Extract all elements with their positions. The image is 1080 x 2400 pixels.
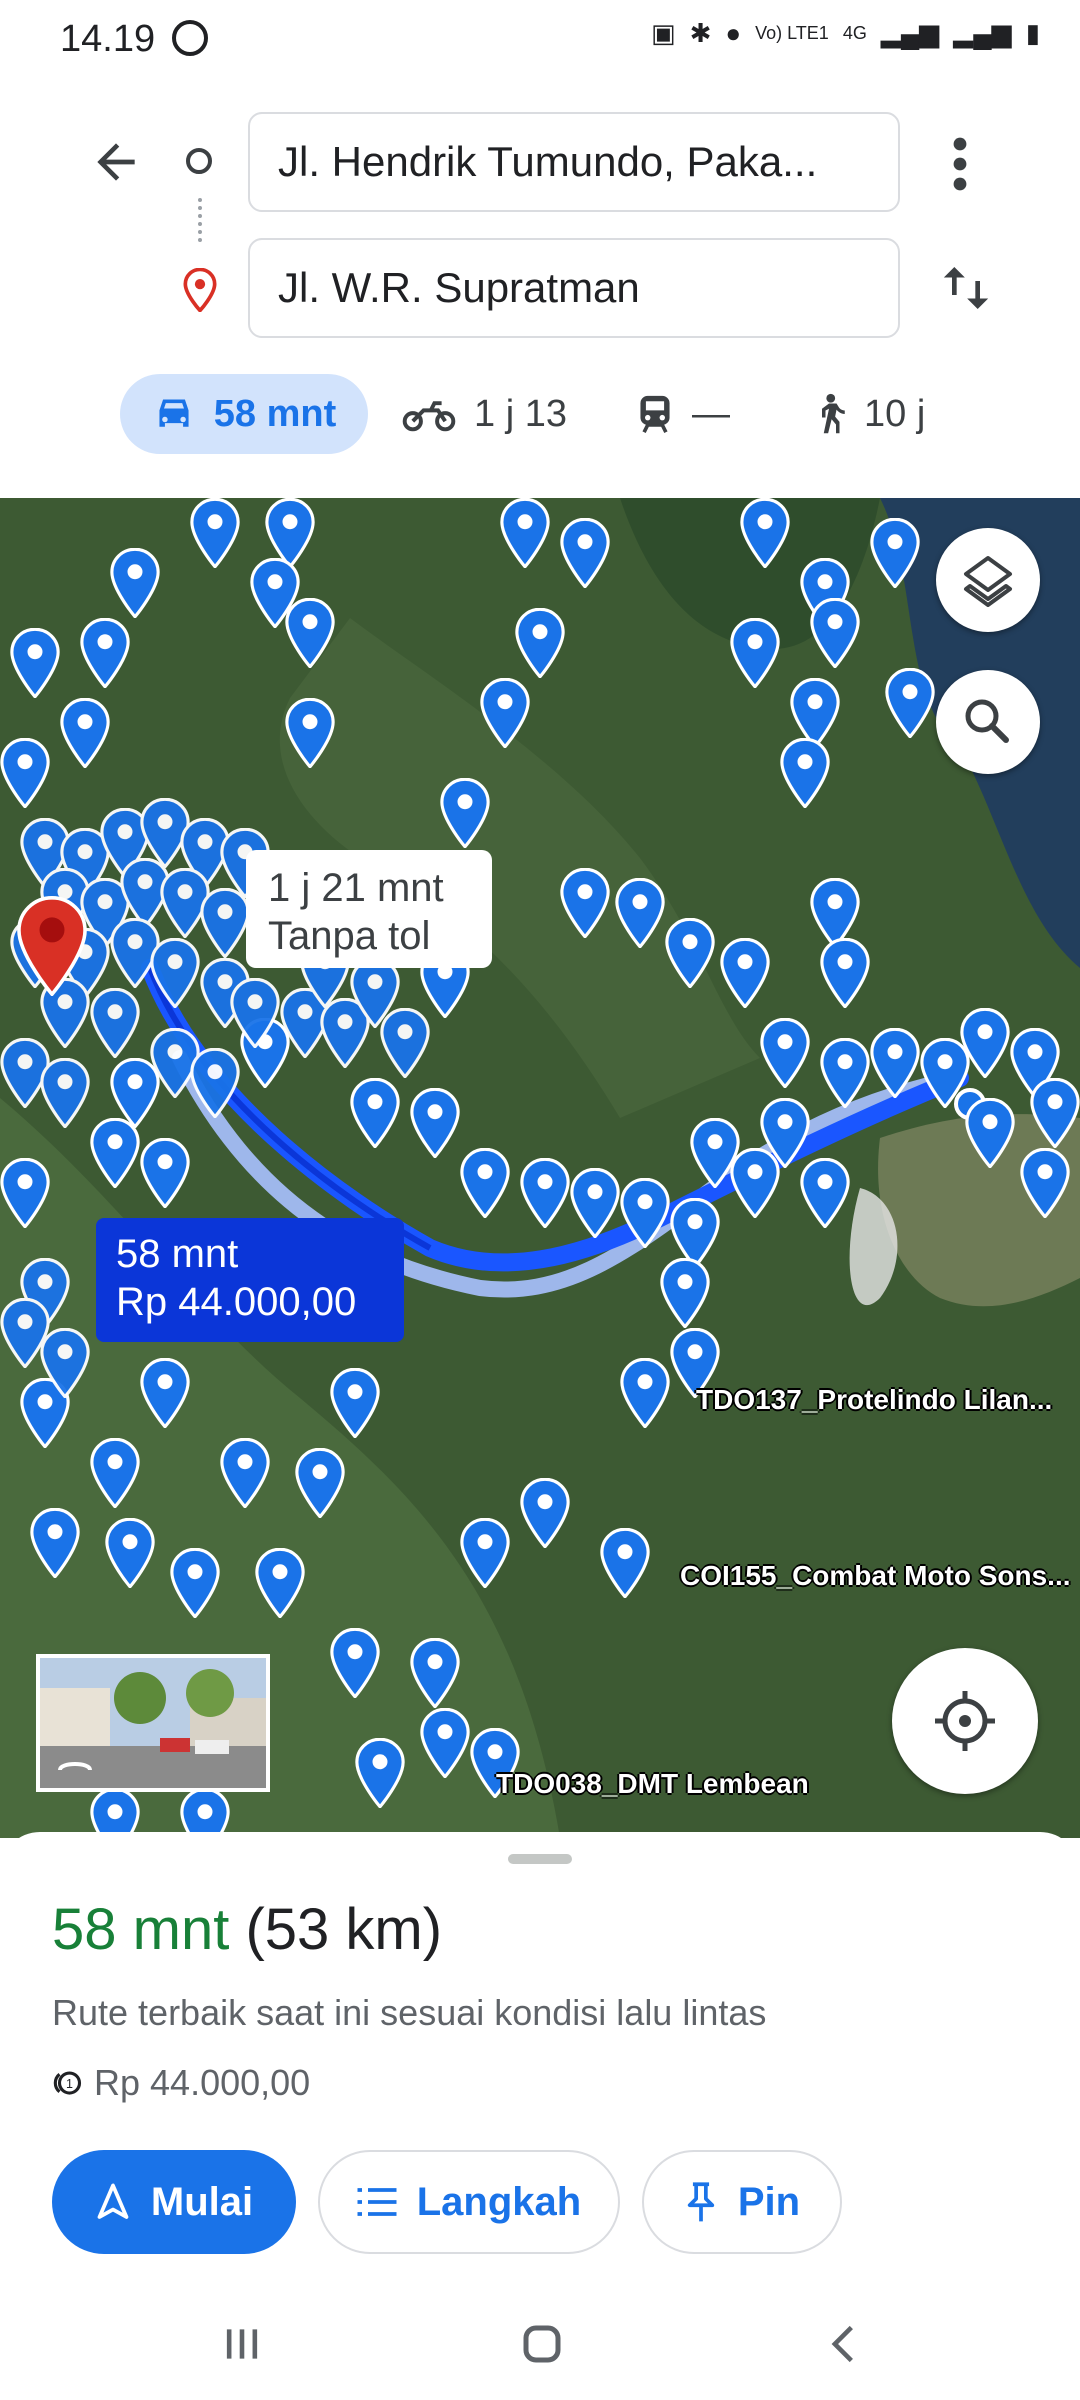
navigation-icon [97,2183,129,2219]
mode-car-label: 58 mnt [213,392,337,435]
map-label-1[interactable]: TDO137_Protelindo Lilan... [696,1384,1052,1416]
status-icons: ▣ ✱ ● Vo) LTE1 4G ▂▄▆ ▂▄▆ ▮ [651,18,1040,49]
eta-time: 58 mnt [52,1897,230,1962]
bluetooth-icon: ✱ [689,18,712,48]
battery-icon: ▮ [1025,18,1040,48]
destination-marker-icon [17,896,87,996]
start-button[interactable]: Mulai [52,2150,296,2254]
eta-summary: 58 mnt (53 km) [52,1896,442,1963]
layers-button[interactable] [936,528,1040,632]
mode-motorcycle-label: 1 j 13 [474,392,567,435]
start-button-label: Mulai [150,2179,254,2224]
recent-apps-icon[interactable] [220,2322,264,2366]
search-icon [965,699,1009,743]
status-time: 14.19 [60,18,156,60]
transit-icon [640,395,670,433]
walk-icon [822,393,845,434]
more-vert-icon[interactable] [950,136,970,192]
mode-transit-label: — [692,392,730,435]
pin-button-label: Pin [737,2179,801,2224]
my-location-icon [935,1691,995,1751]
toll-info: 1 Rp 44.000,00 [52,2062,310,2104]
street-view-image [40,1658,266,1788]
map-label-3[interactable]: TDO038_DMT Lembean [496,1768,809,1800]
eta-distance: (53 km) [245,1897,443,1962]
back-nav-icon[interactable] [822,2322,866,2366]
mode-transit[interactable]: — [636,374,730,454]
map-terrain [0,498,1080,1838]
signal-icon-2: ▂▄▆ [953,18,1012,48]
toll-amount: Rp 44.000,00 [94,2062,311,2103]
home-icon[interactable] [518,2320,566,2368]
search-map-button[interactable] [936,670,1040,774]
main-route-time: 58 mnt [116,1232,239,1276]
svg-text:1: 1 [66,2077,73,2091]
map[interactable]: 1 j 21 mnt Tanpa tol 58 mnt Rp 44.000,00… [0,498,1080,1838]
signal-icon: ▂▄▆ [880,18,940,48]
street-view-thumbnail[interactable] [36,1654,270,1792]
my-location-button[interactable] [892,1648,1038,1794]
car-icon [159,399,189,427]
pin-button[interactable]: Pin [642,2150,842,2254]
destination-field[interactable]: Jl. W.R. Supratman [248,238,900,338]
origin-field[interactable]: Jl. Hendrik Tumundo, Paka... [248,112,900,212]
network-type: 4G [842,23,867,43]
motorcycle-icon [402,401,456,432]
travel-modes: 58 mnt 1 j 13 — 10 j [0,374,1080,454]
map-label-2[interactable]: COI155_Combat Moto Sons... [680,1560,1071,1592]
alt-route-callout[interactable]: 1 j 21 mnt Tanpa tol [246,850,492,968]
mode-walk-label: 10 j [864,392,926,435]
back-arrow-icon[interactable] [88,134,144,190]
main-route-toll: Rp 44.000,00 [116,1280,357,1324]
route-description: Rute terbaik saat ini sesuai kondisi lal… [52,1992,767,2033]
whatsapp-icon [172,20,208,56]
route-connector [198,198,206,242]
toll-icon: 1 [53,2071,82,2095]
steps-button[interactable]: Langkah [318,2150,620,2254]
mode-motorcycle[interactable]: 1 j 13 [402,374,567,454]
mode-car[interactable]: 58 mnt [120,374,368,454]
alt-route-time: 1 j 21 mnt [268,866,444,910]
layers-icon [964,556,1012,607]
alt-route-note: Tanpa tol [268,914,431,958]
location-icon: ● [725,18,742,48]
pin-icon [687,2182,715,2222]
battery-saver-icon: ▣ [651,18,676,48]
list-icon [357,2188,397,2216]
network-label: Vo) LTE1 [755,23,829,43]
origin-circle-icon [186,148,212,174]
sheet-drag-handle[interactable] [508,1854,572,1864]
system-nav-bar [0,2290,1080,2400]
status-bar: 14.19 ▣ ✱ ● Vo) LTE1 4G ▂▄▆ ▂▄▆ ▮ [0,0,1080,80]
swap-icon[interactable] [938,258,994,318]
destination-pin-icon [183,268,217,312]
steps-button-label: Langkah [416,2179,582,2224]
mode-walk[interactable]: 10 j [812,374,925,454]
main-route-callout[interactable]: 58 mnt Rp 44.000,00 [96,1218,404,1342]
